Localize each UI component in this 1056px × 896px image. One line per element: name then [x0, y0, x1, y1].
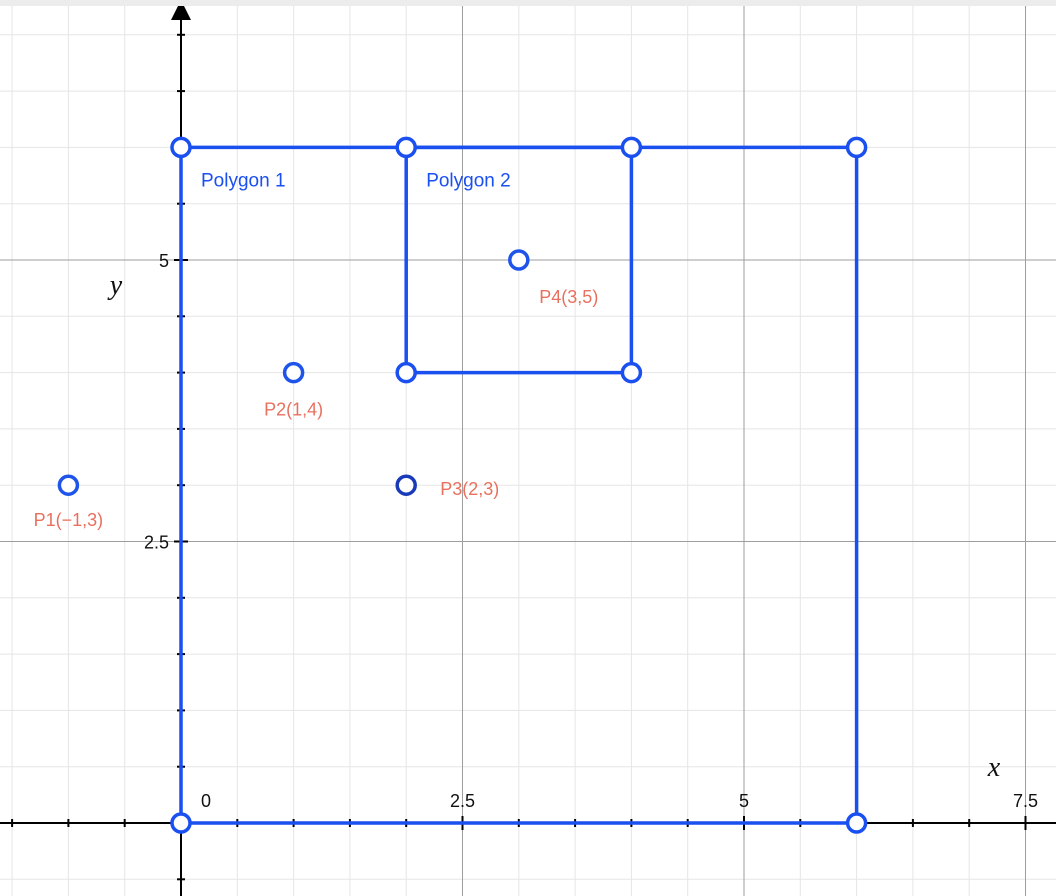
- x-tick-label: 5: [739, 791, 749, 811]
- polygon-vertex[interactable]: [395, 136, 417, 159]
- polygon-vertex[interactable]: [620, 136, 643, 159]
- data-point[interactable]: [395, 474, 417, 496]
- axis-tick-labels: 0 2.5 5 7.5 2.5 5: [144, 251, 1038, 811]
- y-axis-label: y: [107, 270, 123, 301]
- point-labels: P1(−1,3) P2(1,4) P3(2,3) P4(3,5): [34, 287, 599, 530]
- x-axis-label: x: [987, 752, 1001, 783]
- polygon-vertex[interactable]: [170, 136, 192, 159]
- axis-titles: x y: [107, 270, 1001, 783]
- x-tick-label: 7.5: [1013, 791, 1038, 811]
- polygon-vertex[interactable]: [170, 812, 192, 834]
- x-tick-label: 0: [201, 791, 211, 811]
- y-tick-label: 2.5: [144, 533, 169, 553]
- x-tick-label: 2.5: [450, 791, 475, 811]
- graph-canvas[interactable]: 0 2.5 5 7.5 2.5 5 x y Polygon 1 Polygon 2 P1(−…: [0, 6, 1056, 896]
- polygon-vertex[interactable]: [845, 136, 868, 159]
- point-label: P2(1,4): [264, 400, 323, 420]
- major-gridlines: [0, 6, 1056, 896]
- polygon-vertex[interactable]: [395, 361, 417, 384]
- minor-gridlines: [0, 6, 1056, 896]
- data-point[interactable]: [57, 474, 80, 496]
- polygon-vertex[interactable]: [845, 812, 868, 834]
- data-point[interactable]: [508, 249, 530, 271]
- polygon-labels: Polygon 1 Polygon 2: [201, 170, 511, 191]
- data-point[interactable]: [282, 361, 305, 384]
- point-label: P4(3,5): [539, 287, 598, 307]
- y-tick-label: 5: [159, 251, 169, 271]
- point-label: P3(2,3): [440, 479, 499, 499]
- point-label: P1(−1,3): [34, 510, 104, 530]
- polygon-vertex[interactable]: [620, 361, 643, 384]
- axes: [0, 6, 1056, 896]
- polygon-label: Polygon 2: [426, 170, 511, 191]
- polygon-label: Polygon 1: [201, 170, 286, 191]
